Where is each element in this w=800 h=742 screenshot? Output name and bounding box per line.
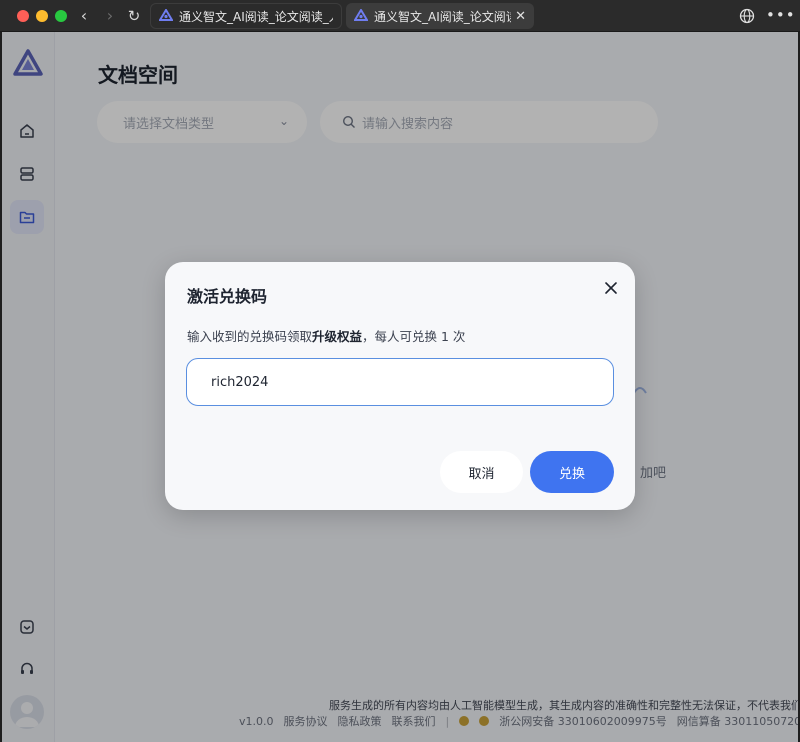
dialog-title: 激活兑换码: [187, 287, 268, 306]
close-window-button[interactable]: [17, 10, 29, 22]
window-titlebar: ‹ › ↻ 通义智文_AI阅读_论文阅读_人工智 通义智文_AI阅读_论文阅读_…: [0, 0, 800, 32]
reload-icon[interactable]: ↻: [124, 6, 144, 26]
cancel-button[interactable]: 取消: [440, 451, 523, 493]
tongyi-logo-icon: [159, 9, 173, 21]
redeem-code-input[interactable]: [186, 358, 614, 406]
chevron-right-icon[interactable]: ›: [100, 6, 120, 26]
tab-title: 通义智文_AI阅读_论文阅读_人工智: [179, 9, 333, 24]
close-tab-icon[interactable]: ✕: [515, 9, 526, 24]
maximize-window-button[interactable]: [55, 10, 67, 22]
tongyi-logo-icon: [354, 9, 368, 21]
browser-tab-active[interactable]: 通义智文_AI阅读_论文阅读_人 ✕: [346, 3, 534, 29]
tab-title: 通义智文_AI阅读_论文阅读_人: [374, 9, 511, 24]
desc-prefix: 输入收到的兑换码领取: [187, 329, 313, 344]
redeem-code-dialog: 激活兑换码 输入收到的兑换码领取升级权益，每人可兑换 1 次 取消 兑换: [165, 262, 635, 510]
chevron-left-icon[interactable]: ‹: [74, 6, 94, 26]
dialog-description: 输入收到的兑换码领取升级权益，每人可兑换 1 次: [187, 326, 465, 345]
browser-tab[interactable]: 通义智文_AI阅读_论文阅读_人工智: [150, 3, 342, 29]
minimize-window-button[interactable]: [36, 10, 48, 22]
more-icon[interactable]: •••: [766, 6, 796, 24]
close-icon[interactable]: [602, 279, 620, 297]
desc-suffix: ，每人可兑换 1 次: [362, 329, 466, 344]
redeem-button[interactable]: 兑换: [530, 451, 614, 493]
desc-highlight: 升级权益: [312, 329, 363, 344]
globe-icon[interactable]: [739, 8, 755, 24]
